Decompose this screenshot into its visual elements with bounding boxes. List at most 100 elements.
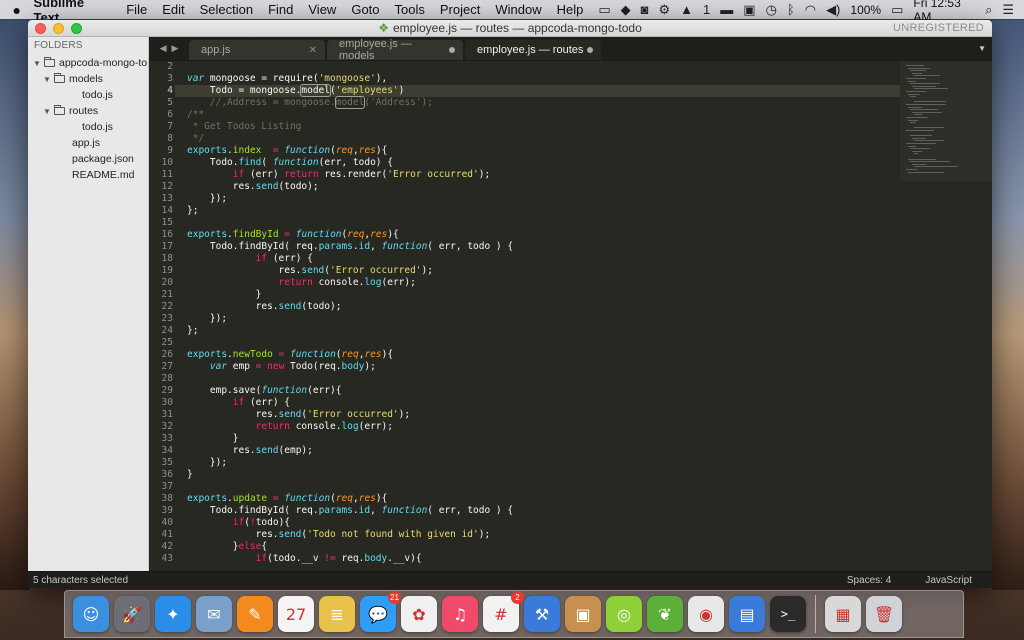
dropbox-icon[interactable]: ◆ <box>621 2 631 18</box>
code-line[interactable]: Todo.findById( req.params.id, function( … <box>187 505 900 517</box>
trash-icon[interactable]: 🗑 <box>866 596 902 632</box>
code-line[interactable] <box>187 481 900 493</box>
menu-goto[interactable]: Goto <box>351 2 379 17</box>
chrome-icon[interactable]: ◉ <box>688 596 724 632</box>
code-line[interactable]: }); <box>187 193 900 205</box>
code-line[interactable]: if (err) return res.render('Error occurr… <box>187 169 900 181</box>
tab-close-icon[interactable]: ✕ <box>309 45 317 56</box>
volume-icon[interactable]: ◀) <box>826 2 840 18</box>
code-line[interactable]: if(todo.__v != req.body.__v){ <box>187 553 900 565</box>
sidebar-item-app-js[interactable]: app.js <box>28 135 148 151</box>
sidebar-item-routes[interactable]: ▼ routes <box>28 103 148 119</box>
cast-icon[interactable]: ▣ <box>743 2 755 18</box>
time-machine-icon[interactable]: ◷ <box>766 2 777 18</box>
sidebar-item-project[interactable]: ▼ appcoda-mongo-to <box>28 55 148 71</box>
menu-edit[interactable]: Edit <box>162 2 184 17</box>
mail-bird-icon[interactable]: ✉ <box>196 596 232 632</box>
sidebar-item-models[interactable]: ▼ models <box>28 71 148 87</box>
code-line[interactable] <box>187 217 900 229</box>
preview-icon[interactable]: ▣ <box>565 596 601 632</box>
code-line[interactable]: var emp = new Todo(req.body); <box>187 361 900 373</box>
menu-find[interactable]: Find <box>268 2 293 17</box>
code-line[interactable]: }); <box>187 457 900 469</box>
code-line[interactable]: emp.save(function(err){ <box>187 385 900 397</box>
code-line[interactable]: res.send(todo); <box>187 181 900 193</box>
code-line[interactable]: } <box>187 289 900 301</box>
disclosure-arrow-icon[interactable]: ▼ <box>42 107 52 116</box>
minimap[interactable] <box>900 61 992 571</box>
battery-percentage[interactable]: 100% <box>850 3 881 17</box>
indentation-setting[interactable]: Spaces: 4 <box>847 575 891 586</box>
disclosure-arrow-icon[interactable]: ▼ <box>42 75 52 84</box>
code-line[interactable]: }else{ <box>187 541 900 553</box>
terminal-icon[interactable]: >_ <box>770 596 806 632</box>
wifi-icon[interactable]: ◠ <box>805 2 816 18</box>
airplay-icon[interactable]: ▭ <box>598 2 610 18</box>
sidebar-item-readme[interactable]: README.md <box>28 167 148 183</box>
leaf-icon[interactable]: ❦ <box>647 596 683 632</box>
menu-tools[interactable]: Tools <box>395 2 425 17</box>
code-line[interactable]: if(!todo){ <box>187 517 900 529</box>
code-line[interactable]: /** <box>187 109 900 121</box>
bluetooth-icon[interactable]: ᛒ <box>787 2 795 17</box>
code-line[interactable]: Todo.find( function(err, todo) { <box>187 157 900 169</box>
code-line[interactable]: }; <box>187 325 900 337</box>
code-line[interactable]: res.send(todo); <box>187 301 900 313</box>
tab-dropdown-icon[interactable]: ▼ <box>978 44 986 53</box>
disclosure-arrow-icon[interactable]: ▼ <box>32 59 42 68</box>
spotlight-search-icon[interactable]: ⌕ <box>985 2 992 18</box>
unsaved-dot-icon[interactable] <box>449 47 455 53</box>
code-line[interactable]: } <box>187 469 900 481</box>
code-line[interactable]: */ <box>187 133 900 145</box>
tab-employee-routes[interactable]: employee.js — routes <box>465 40 601 60</box>
code-line[interactable]: return console.log(err); <box>187 421 900 433</box>
notification-icon[interactable]: ▲ <box>680 2 693 17</box>
code-line[interactable] <box>187 61 900 73</box>
notes-icon[interactable]: ≣ <box>319 596 355 632</box>
menu-project[interactable]: Project <box>440 2 480 17</box>
menu-help[interactable]: Help <box>557 2 584 17</box>
code-line[interactable]: }); <box>187 313 900 325</box>
tools-icon[interactable]: ⚙ <box>659 2 671 18</box>
menu-file[interactable]: File <box>126 2 147 17</box>
unsaved-dot-icon[interactable] <box>587 47 593 53</box>
tray-badge[interactable]: 1 <box>703 2 710 17</box>
code-line[interactable]: Todo.findById( req.params.id, function( … <box>187 241 900 253</box>
code-line[interactable]: res.send('Todo not found with given id')… <box>187 529 900 541</box>
minimize-window-button[interactable] <box>53 22 64 34</box>
apple-menu-icon[interactable]: ● <box>0 2 33 18</box>
code-line[interactable]: if (err) { <box>187 397 900 409</box>
documents-icon[interactable]: ▦ <box>825 596 861 632</box>
code-line[interactable]: }; <box>187 205 900 217</box>
tab-app-js[interactable]: app.js ✕ <box>189 40 325 60</box>
code-line[interactable] <box>187 373 900 385</box>
code-line[interactable]: exports.newTodo = function(req,res){ <box>187 349 900 361</box>
tab-prev-icon[interactable]: ◀ <box>160 43 167 54</box>
display-icon[interactable]: ▬ <box>720 2 733 17</box>
slack-icon[interactable]: #2 <box>483 591 524 632</box>
launchpad-icon[interactable]: 🚀 <box>114 596 150 632</box>
safari-icon[interactable]: ✦ <box>155 596 191 632</box>
code-line[interactable]: //,Address = mongoose.model('Address'); <box>187 96 900 109</box>
code-line[interactable]: exports.update = function(req,res){ <box>187 493 900 505</box>
finder-icon[interactable]: ☺ <box>73 596 109 632</box>
menu-selection[interactable]: Selection <box>200 2 253 17</box>
zoom-window-button[interactable] <box>71 22 82 34</box>
battery-icon[interactable]: ▭ <box>891 2 903 18</box>
code-area[interactable]: 2 3 4 5 6 7 8 9 10 11 12 13 14 15 16 17 18 19 20 21 22 23 24 25… <box>149 61 992 571</box>
xcode-icon[interactable]: ⚒ <box>524 596 560 632</box>
code-line[interactable]: if (err) { <box>187 253 900 265</box>
menu-view[interactable]: View <box>308 2 336 17</box>
code-line[interactable]: * Get Todos Listing <box>187 121 900 133</box>
code-line[interactable]: Todo = mongoose.model('employees') <box>175 84 900 97</box>
menu-window[interactable]: Window <box>495 2 541 17</box>
pages-icon[interactable]: ✎ <box>237 596 273 632</box>
tab-employee-models[interactable]: employee.js — models <box>327 38 463 62</box>
messages-icon[interactable]: 💬 21 <box>360 591 401 632</box>
code-line[interactable]: var mongoose = require('mongoose'), <box>187 73 900 85</box>
code-line[interactable]: return console.log(err); <box>187 277 900 289</box>
calendar-icon[interactable]: 27 <box>278 596 314 632</box>
code-text[interactable]: var mongoose = require('mongoose'), Todo… <box>175 61 900 571</box>
code-line[interactable]: res.send('Error occurred'); <box>187 409 900 421</box>
code-line[interactable] <box>187 337 900 349</box>
